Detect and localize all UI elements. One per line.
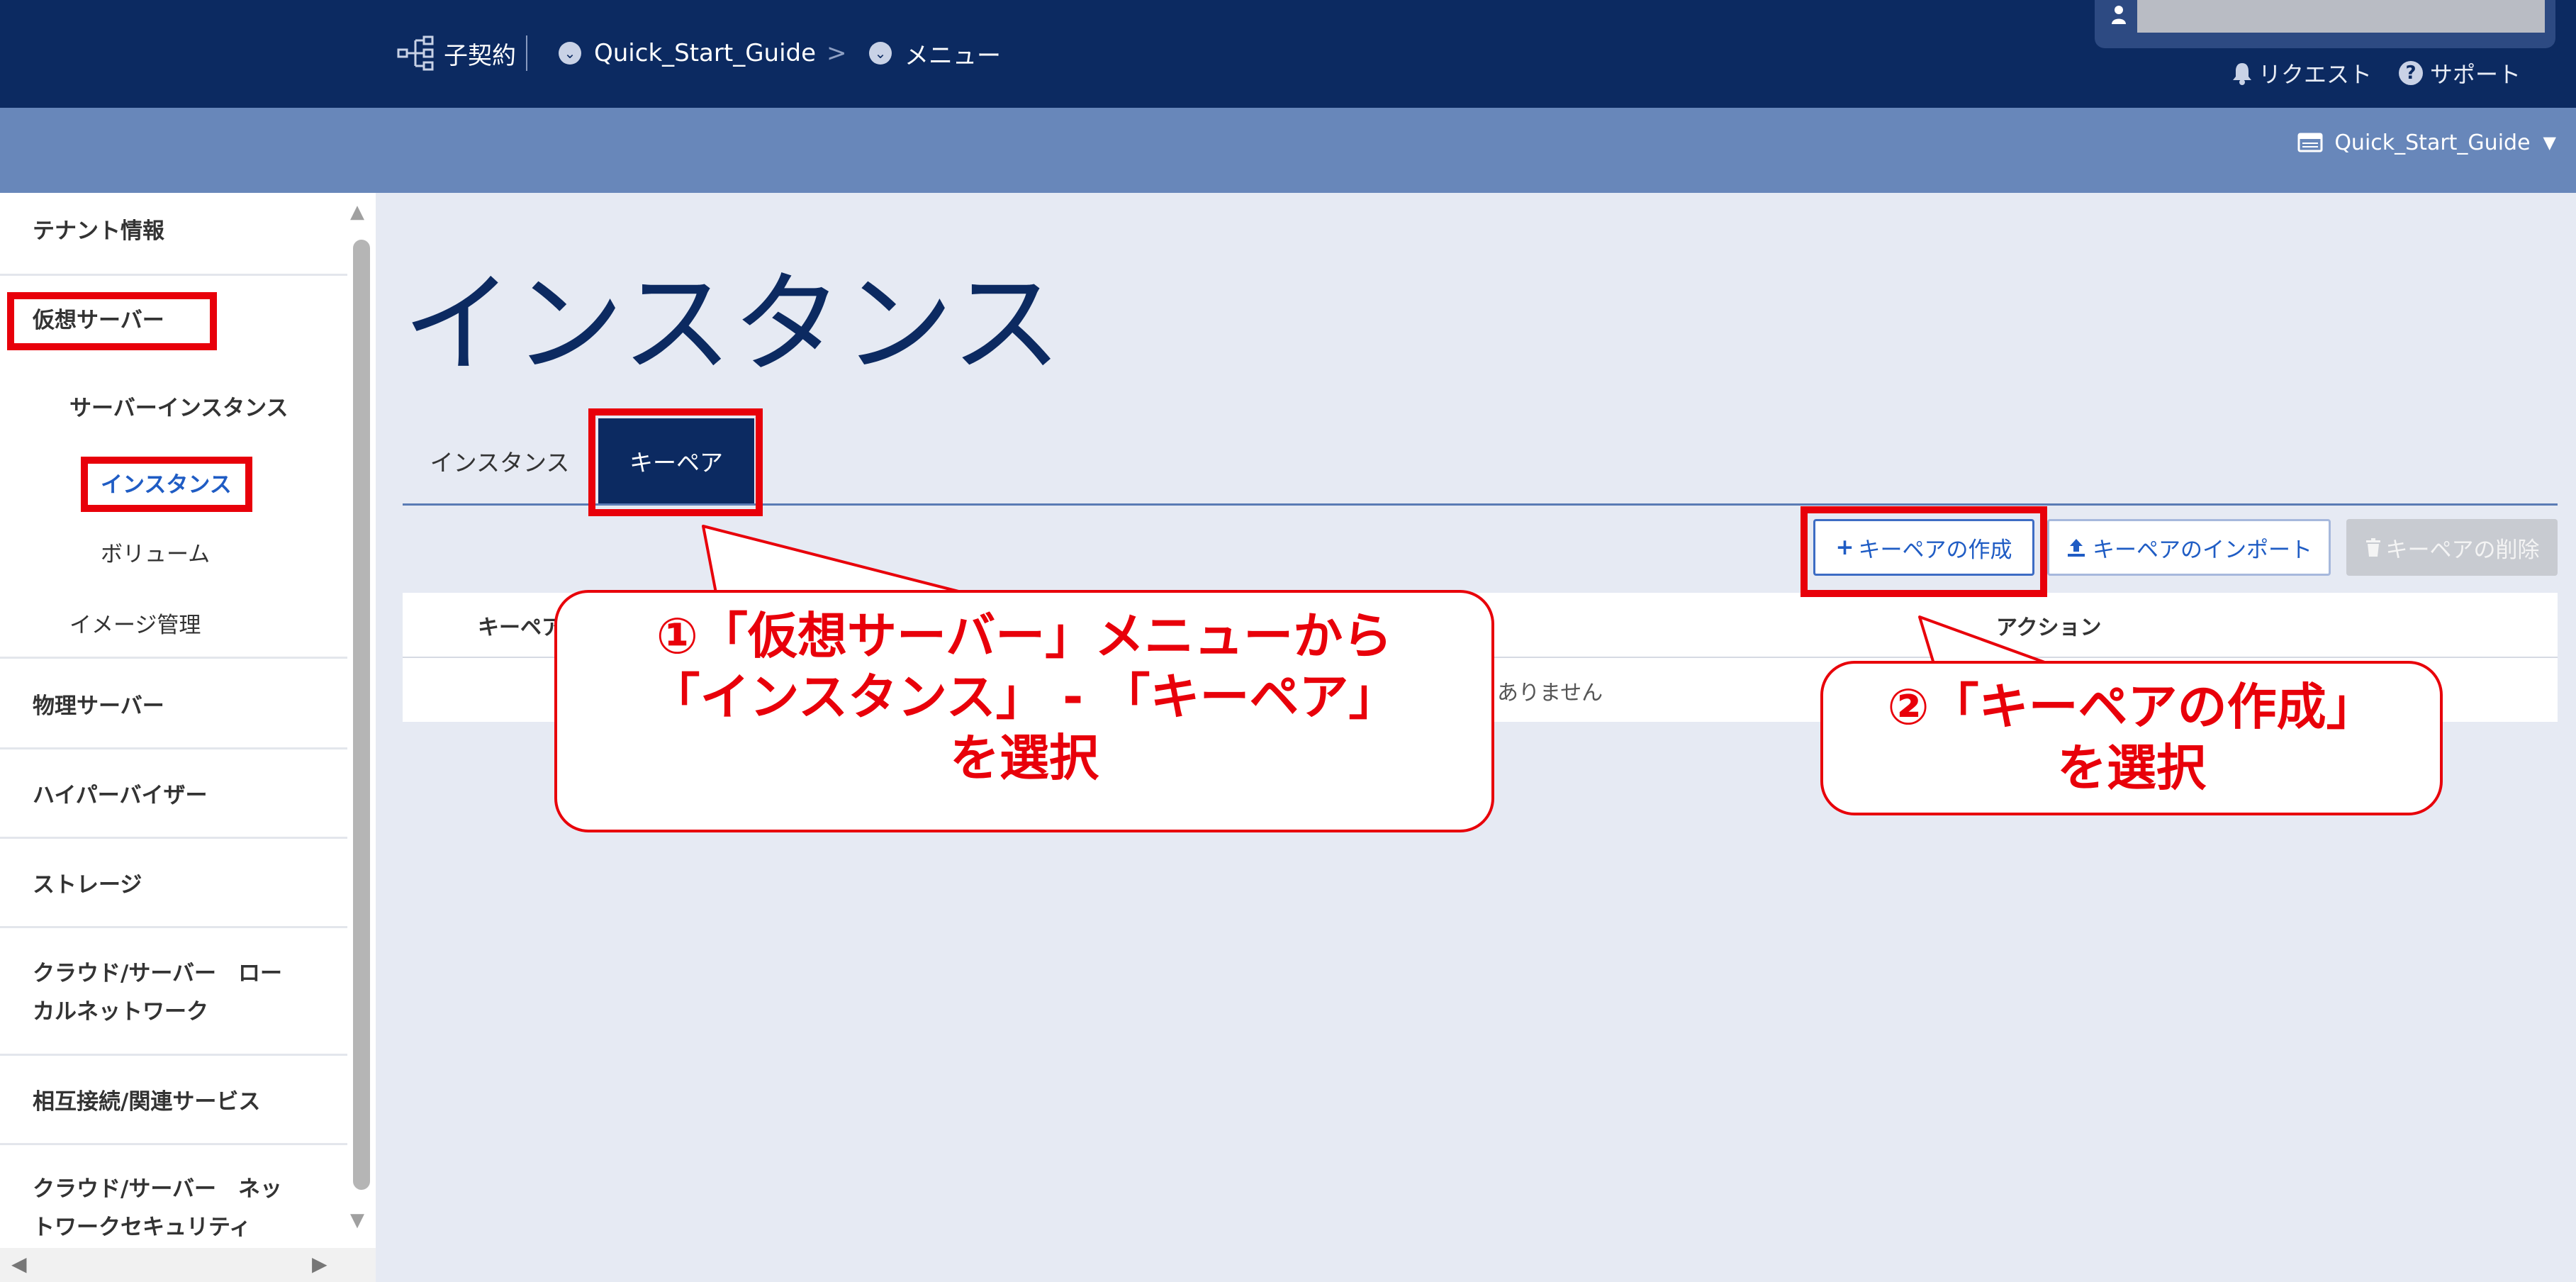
chevron-down-circle-icon: ⌄ [869,42,892,65]
tab-underline [403,503,2558,506]
scroll-right-arrow-icon[interactable]: ▶ [312,1252,327,1276]
user-menu[interactable] [2095,0,2555,48]
scroll-down-arrow-icon[interactable]: ▼ [350,1210,364,1231]
sidebar-divider [0,1143,347,1145]
import-keypair-label: キーペアのインポート [2093,537,2312,563]
sidebar-item-cloud-local-network[interactable]: クラウド/サーバー ローカルネットワーク [33,954,302,1031]
request-label: リクエスト [2258,61,2373,88]
request-link[interactable]: リクエスト [2231,55,2372,91]
top-header: 子契約 ⌄ Quick_Start_Guide > ⌄ メニュー リクエスト ?… [0,0,2576,108]
breadcrumb-project[interactable]: ⌄ Quick_Start_Guide [559,28,816,78]
callout1-line2: 「インスタンス」 - 「キーペア」 [650,668,1399,726]
help-icon: ? [2399,61,2423,85]
scroll-left-arrow-icon[interactable]: ◀ [11,1252,27,1276]
callout2-line1: ②「キーペアの作成」 [1887,678,2376,736]
empty-table-message: ありません [1497,681,1603,706]
sidebar-divider [0,747,347,749]
window-icon [2297,133,2323,152]
upload-icon [2068,539,2085,557]
column-header-action: アクション [1996,615,2102,640]
tab-instance[interactable]: インスタンス [411,418,588,503]
sidebar: テナント情報 仮想サーバー サーバーインスタンス インスタンス ボリューム イメ… [0,193,376,1282]
sidebar-item-instance[interactable]: インスタンス [101,467,448,498]
sidebar-item-network-security[interactable]: クラウド/サーバー ネットワークセキュリティ [33,1170,302,1247]
sidebar-divider [0,1054,347,1056]
support-label: サポート [2430,61,2521,88]
org-tree-icon [397,35,434,71]
breadcrumb-divider [526,35,527,71]
horizontal-scrollbar[interactable]: ◀ ▶ [0,1248,376,1282]
breadcrumb-project-label: Quick_Start_Guide [594,39,817,67]
sidebar-item-hypervisor[interactable]: ハイパーバイザー [33,777,380,809]
sidebar-divider [0,926,347,928]
tenant-selector[interactable]: Quick_Start_Guide ▼ [2297,125,2556,160]
user-name-field [2137,0,2545,33]
sidebar-divider [0,657,347,659]
annotation-callout-step1: ①「仮想サーバー」メニューから 「インスタンス」 - 「キーペア」 を選択 [554,590,1494,832]
caret-down-icon: ▼ [2543,133,2556,152]
callout1-line1: ①「仮想サーバー」メニューから [656,607,1393,665]
sidebar-scroll-thumb[interactable] [353,240,370,1190]
breadcrumb-menu[interactable]: ⌄ メニュー [869,28,1001,78]
scroll-up-arrow-icon[interactable]: ▲ [350,201,364,223]
bell-icon [2233,63,2251,85]
sidebar-item-physical-server[interactable]: 物理サーバー [33,688,380,720]
sidebar-item-storage[interactable]: ストレージ [33,866,380,898]
create-keypair-button[interactable]: + キーペアの作成 [1813,519,2034,576]
annotation-callout-step2: ②「キーペアの作成」 を選択 [1820,661,2443,815]
breadcrumb-contract-label: 子契約 [444,41,516,70]
chevron-down-circle-icon: ⌄ [559,42,581,65]
plus-icon: + [1835,535,1854,560]
breadcrumb-separator: > [827,39,847,67]
callout2-line2: を選択 [2057,739,2206,797]
trash-icon [2365,538,2380,557]
delete-keypair-label: キーペアの削除 [2385,537,2540,563]
page-title: インスタンス [403,260,1062,389]
column-header-keypair[interactable]: キーペア [478,610,563,641]
delete-keypair-button[interactable]: キーペアの削除 [2346,519,2558,576]
import-keypair-button[interactable]: キーペアのインポート [2047,519,2331,576]
sidebar-divider [0,837,347,839]
sidebar-item-tenant-info[interactable]: テナント情報 [33,213,380,245]
breadcrumb-contract[interactable]: 子契約 [397,28,516,78]
user-icon [2112,6,2126,24]
breadcrumb-menu-label: メニュー [905,41,1001,70]
callout1-line3: を選択 [950,729,1099,787]
sidebar-item-interconnect[interactable]: 相互接続/関連サービス [33,1083,380,1115]
sidebar-item-volume[interactable]: ボリューム [101,536,448,568]
support-link[interactable]: ? サポート [2399,55,2521,91]
sub-header [0,108,2576,193]
sidebar-item-virtual-server[interactable]: 仮想サーバー [33,302,380,334]
tenant-selector-label: Quick_Start_Guide [2334,130,2531,155]
sidebar-divider [0,274,347,276]
tab-keypair[interactable]: キーペア [598,418,754,503]
create-keypair-label: キーペアの作成 [1858,537,2012,563]
